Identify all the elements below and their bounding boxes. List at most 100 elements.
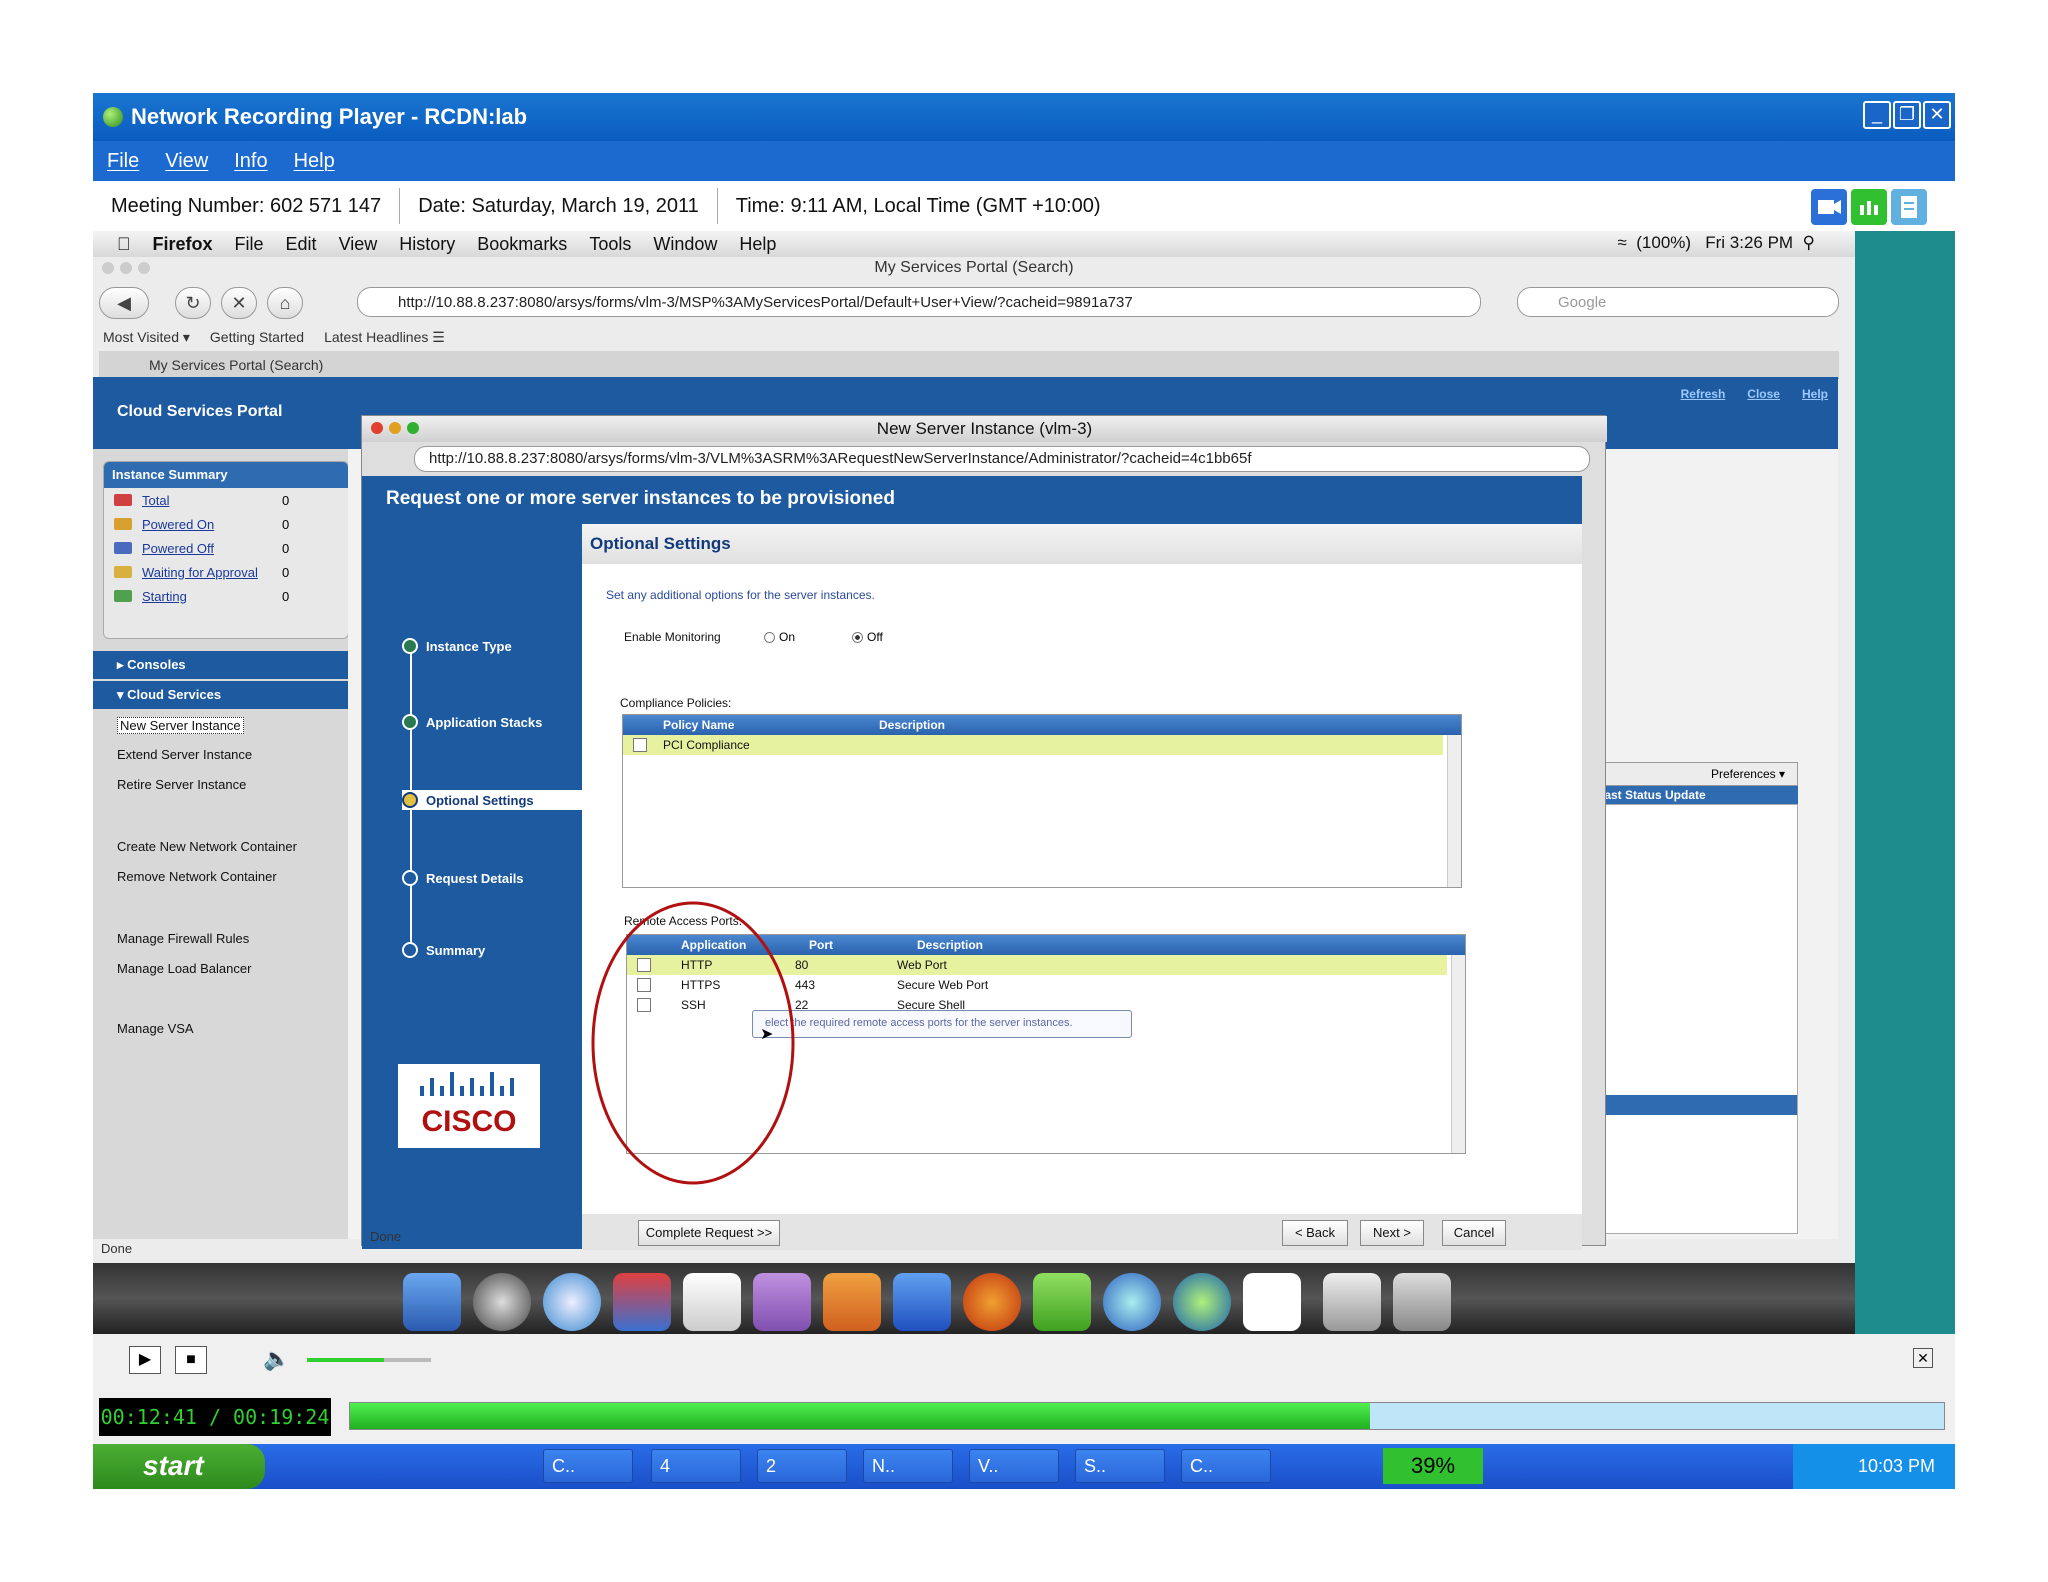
address-bar[interactable]: http://10.88.8.237:8080/arsys/forms/vlm-… [357,287,1481,317]
step-instance-type[interactable]: Instance Type [402,638,512,654]
trash-icon[interactable] [1393,1273,1451,1331]
reload-button[interactable]: ↻ [175,287,211,319]
summary-starting-link[interactable]: Starting [142,589,282,604]
tab-my-services[interactable]: My Services Portal (Search) [149,357,323,373]
close-link[interactable]: Close [1747,387,1780,401]
finder-icon[interactable] [403,1273,461,1331]
stop-button[interactable]: ■ [175,1346,207,1374]
home-button[interactable]: ⌂ [267,287,303,319]
task-button[interactable]: 2 [757,1449,847,1483]
back-step-button[interactable]: < Back [1282,1220,1348,1246]
webex-icon[interactable] [1173,1273,1231,1331]
itunes-icon[interactable] [1103,1273,1161,1331]
consoles-section[interactable]: ▸ Consoles [93,651,348,679]
participants-icon[interactable] [1851,189,1887,225]
summary-powered-on-link[interactable]: Powered On [142,517,282,532]
search-box[interactable]: Google [1517,287,1839,317]
mac-menu-edit[interactable]: Edit [286,234,317,255]
summary-total-link[interactable]: Total [142,493,282,508]
window-dock-icon[interactable] [1323,1273,1381,1331]
start-button[interactable]: start [93,1444,265,1489]
compliance-row[interactable]: PCI Compliance [623,735,1443,755]
monitoring-on-radio[interactable]: On [764,630,795,644]
back-button[interactable]: ◀ [99,287,149,319]
safari-icon[interactable] [543,1273,601,1331]
bookmark-most-visited[interactable]: Most Visited ▾ [103,329,190,346]
minimize-button[interactable]: _ [1863,101,1891,129]
manage-firewall-rules-link[interactable]: Manage Firewall Rules [117,931,249,946]
spotlight-icon[interactable]: ⚲ [1803,233,1815,252]
menu-view[interactable]: View [165,150,208,173]
menu-info[interactable]: Info [234,150,267,173]
next-step-button[interactable]: Next > [1360,1220,1424,1246]
mac-menu-history[interactable]: History [399,234,455,255]
player-controls: ▶ ■ 🔈 ✕ 00:12:41 / 00:19:24 [93,1334,1955,1444]
step-application-stacks[interactable]: Application Stacks [402,714,542,730]
task-button[interactable]: V.. [969,1449,1059,1483]
mac-clock: Fri 3:26 PM [1705,233,1794,252]
video-icon[interactable] [1811,189,1847,225]
step-request-details[interactable]: Request Details [402,870,524,886]
step-optional-settings[interactable]: Optional Settings [402,790,582,810]
mac-menu-view[interactable]: View [339,234,378,255]
dialog-address-bar[interactable]: http://10.88.8.237:8080/arsys/forms/vlm-… [414,446,1590,472]
preferences-button[interactable]: Preferences ▾ [1711,767,1785,781]
mac-menu-bookmarks[interactable]: Bookmarks [477,234,567,255]
powerpoint-icon[interactable] [823,1273,881,1331]
summary-powered-off-link[interactable]: Powered Off [142,541,282,556]
close-button[interactable]: ✕ [1923,101,1951,129]
excel-icon[interactable] [1033,1273,1091,1331]
ports-scrollbar[interactable] [1451,955,1465,1153]
complete-request-button[interactable]: Complete Request >> [638,1220,780,1246]
cancel-button[interactable]: Cancel [1442,1220,1506,1246]
mac-menu-tools[interactable]: Tools [589,234,631,255]
manage-load-balancer-link[interactable]: Manage Load Balancer [117,961,251,976]
volume-icon[interactable]: 🔈 [263,1346,290,1372]
task-button[interactable]: 4 [651,1449,741,1483]
restore-button[interactable]: ❐ [1893,101,1921,129]
new-server-instance-link[interactable]: New Server Instance [117,717,244,734]
stop-button[interactable]: ✕ [221,287,257,319]
play-button[interactable]: ▶ [129,1346,161,1374]
summary-waiting-link[interactable]: Waiting for Approval [142,565,282,580]
spaces-icon[interactable] [613,1273,671,1331]
volume-slider[interactable] [307,1358,431,1362]
mac-menu-window[interactable]: Window [653,234,717,255]
task-button[interactable]: S.. [1075,1449,1165,1483]
manage-vsa-link[interactable]: Manage VSA [117,1021,194,1036]
menu-help[interactable]: Help [294,150,335,173]
firefox-icon[interactable] [963,1273,1021,1331]
remove-network-container-link[interactable]: Remove Network Container [117,869,277,884]
folder-icon [114,566,132,578]
task-button[interactable]: N.. [863,1449,953,1483]
radio-label: On [779,630,796,644]
task-button[interactable]: C.. [1181,1449,1271,1483]
radio-label: Off [867,630,883,644]
compliance-scrollbar[interactable] [1447,735,1461,887]
document-icon[interactable] [1891,189,1927,225]
dashboard-icon[interactable] [473,1273,531,1331]
menu-file[interactable]: File [107,150,139,173]
word-icon[interactable] [893,1273,951,1331]
apple-icon[interactable]:  [117,234,131,255]
cisco-dock-icon[interactable] [1243,1273,1301,1331]
mac-menu-file[interactable]: File [235,234,264,255]
textedit-icon[interactable] [683,1273,741,1331]
refresh-link[interactable]: Refresh [1681,387,1726,401]
create-network-container-link[interactable]: Create New Network Container [117,839,297,854]
help-link[interactable]: Help [1802,387,1828,401]
retire-server-instance-link[interactable]: Retire Server Instance [117,777,246,792]
close-player-icon[interactable]: ✕ [1913,1348,1933,1368]
cloud-services-section[interactable]: ▾ Cloud Services [93,681,348,709]
mail-icon[interactable] [753,1273,811,1331]
bookmark-getting-started[interactable]: Getting Started [210,329,304,346]
monitoring-off-radio[interactable]: Off [852,630,883,644]
bookmark-latest-headlines[interactable]: Latest Headlines ☰ [324,329,445,346]
progress-bar[interactable] [349,1402,1945,1430]
task-button[interactable]: C.. [543,1449,633,1483]
mac-app-name[interactable]: Firefox [153,234,213,255]
mac-menu-help[interactable]: Help [739,234,776,255]
compliance-checkbox[interactable] [633,738,647,752]
step-summary[interactable]: Summary [402,942,485,958]
extend-server-instance-link[interactable]: Extend Server Instance [117,747,252,762]
